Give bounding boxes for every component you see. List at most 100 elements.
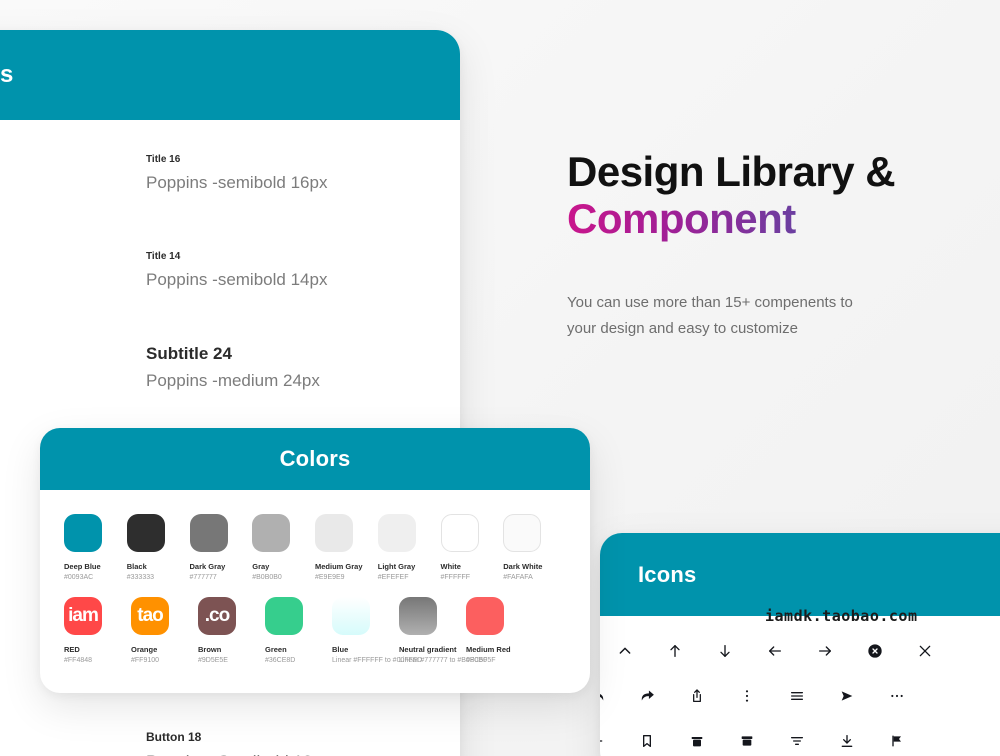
color-chip[interactable] — [315, 514, 353, 552]
hero-title-line1: Design Library & — [567, 148, 896, 195]
bookmark-icon[interactable] — [622, 733, 672, 749]
color-chip[interactable] — [265, 597, 303, 635]
color-hex: #FFFFFF — [440, 574, 471, 581]
text-style-spec: Poppins -semibold 14px — [146, 270, 328, 290]
color-name: Medium Red — [466, 645, 511, 654]
color-chip[interactable]: tao — [131, 597, 169, 635]
flag-icon[interactable] — [872, 733, 922, 749]
trash-icon[interactable] — [672, 733, 722, 749]
color-name: Green — [265, 645, 287, 654]
color-chip[interactable] — [399, 597, 437, 635]
send-icon[interactable] — [822, 688, 872, 704]
text-style-label: gs 1 — [0, 262, 120, 282]
text-style-label: Button 18 — [146, 730, 202, 745]
chevron-up-icon[interactable] — [600, 643, 650, 659]
color-chip[interactable] — [64, 514, 102, 552]
more-horizontal-icon[interactable] — [872, 688, 922, 704]
arrow-up-icon[interactable] — [650, 643, 700, 659]
color-hex: #E9E9E9 — [315, 574, 345, 581]
colors-body: Deep Blue #0093AC Black #333333 Dark Gray #77… — [40, 490, 590, 693]
color-swatch[interactable]: .co Brown #9D5E5E — [198, 597, 265, 664]
design-system-poster: Text Styles /Larger Text s -bold 30px gs… — [0, 0, 1000, 756]
color-name: Medium Gray — [315, 562, 363, 571]
color-swatch[interactable]: Blue Linear #FFFFFF to #00FFFD — [332, 597, 423, 664]
color-chip[interactable] — [189, 514, 228, 552]
text-style-item: Title 16 Poppins -semibold 16px — [146, 154, 460, 193]
icons-title: Icons — [638, 561, 697, 587]
color-swatch[interactable]: tao Orange #FF9100 — [131, 597, 198, 664]
download-icon[interactable] — [822, 733, 872, 749]
menu-icon[interactable] — [772, 688, 822, 704]
text-style-spec: s -semibold 20px — [0, 385, 120, 409]
text-style-label: Title 16 — [146, 154, 181, 165]
color-swatch[interactable]: iam RED #FF4848 — [64, 597, 131, 664]
undo-icon[interactable] — [600, 687, 622, 704]
color-chip[interactable] — [503, 514, 542, 552]
archive-icon[interactable] — [722, 733, 772, 749]
close-circle-icon[interactable] — [850, 643, 900, 659]
color-hex: #FF4848 — [64, 657, 93, 664]
colors-card: Colors Deep Blue #0093AC Black #333333 Dark … — [40, 428, 590, 693]
color-swatch[interactable]: Medium Red #FC5F5F — [466, 597, 533, 664]
redo-icon[interactable] — [622, 687, 672, 704]
text-styles-header: Text Styles — [0, 30, 460, 120]
color-name: Neutral gradient — [399, 645, 457, 654]
more-vertical-icon[interactable] — [722, 688, 772, 704]
color-row-2: iam RED #FF4848 tao Orange #FF9100 .co Brown #9D… — [64, 597, 566, 664]
color-hex: Linear #FFFFFF to #00FFFD — [332, 657, 423, 664]
colors-title: Colors — [279, 446, 351, 471]
color-swatch[interactable]: Dark Gray #777777 — [189, 514, 253, 581]
arrow-down-icon[interactable] — [700, 643, 750, 659]
color-hex: #333333 — [126, 574, 155, 581]
text-style-label: 4 — [0, 742, 120, 755]
chip-watermark: tao — [137, 605, 163, 626]
color-hex: #EFEFEF — [377, 574, 409, 581]
color-swatch[interactable]: Deep Blue #0093AC — [64, 514, 127, 581]
text-style-item: /Larger Text s -bold 30px — [0, 154, 120, 214]
arrow-right-icon[interactable] — [800, 643, 850, 659]
text-style-item: Title 14 Poppins -semibold 14px — [146, 251, 460, 290]
color-row-1: Deep Blue #0093AC Black #333333 Dark Gray #77… — [64, 514, 566, 581]
color-hex: #FAFAFA — [503, 574, 533, 581]
color-name: Gray — [252, 562, 270, 571]
watermark-text: iamdk.taobao.com — [765, 607, 918, 625]
color-chip[interactable] — [466, 597, 504, 635]
close-icon[interactable] — [900, 643, 950, 659]
icons-header: Icons — [600, 533, 1000, 616]
color-chip[interactable]: .co — [198, 597, 236, 635]
color-name: Dark White — [503, 562, 543, 571]
color-chip[interactable] — [440, 514, 479, 552]
color-hex: #9D5E5E — [198, 657, 228, 664]
share-icon[interactable] — [672, 688, 722, 704]
color-chip[interactable] — [332, 597, 370, 635]
color-hex: #FF9100 — [131, 657, 160, 664]
color-swatch[interactable]: White #FFFFFF — [440, 514, 504, 581]
color-name: Orange — [131, 645, 158, 654]
color-chip[interactable] — [126, 514, 165, 552]
color-swatch[interactable]: Light Gray #EFEFEF — [377, 514, 441, 581]
text-style-spec: Poppins -semibold 16px — [146, 173, 328, 192]
color-chip[interactable] — [252, 514, 291, 552]
color-chip[interactable] — [377, 514, 416, 552]
filter-icon[interactable] — [772, 733, 822, 749]
color-swatch[interactable]: Dark White #FAFAFA — [503, 514, 566, 581]
text-style-spec: s -bold 22px — [0, 288, 120, 312]
text-style-label: Subtitle 24 — [146, 343, 232, 363]
icon-row-3 — [600, 718, 1000, 756]
color-swatch[interactable]: Gray #B0B0B0 — [252, 514, 315, 581]
text-styles-title: Text Styles — [0, 61, 14, 88]
color-chip[interactable]: iam — [64, 597, 102, 635]
color-swatch[interactable]: Black #333333 — [126, 514, 190, 581]
icon-row-2 — [600, 673, 1000, 718]
arrow-left-icon[interactable] — [750, 643, 800, 659]
color-name: White — [440, 562, 461, 571]
text-style-label: /Larger Text — [0, 154, 120, 184]
minus-icon[interactable] — [600, 733, 622, 749]
color-swatch[interactable]: Medium Gray #E9E9E9 — [315, 514, 378, 581]
colors-header: Colors — [40, 428, 590, 490]
color-swatch[interactable]: Neutral gradient Linear #777777 to #B0B0B… — [399, 597, 487, 664]
color-name: Black — [126, 562, 147, 571]
color-swatch[interactable]: Green #36CE8D — [265, 597, 332, 664]
color-hex: #777777 — [189, 574, 217, 581]
color-hex: #B0B0B0 — [252, 574, 282, 581]
